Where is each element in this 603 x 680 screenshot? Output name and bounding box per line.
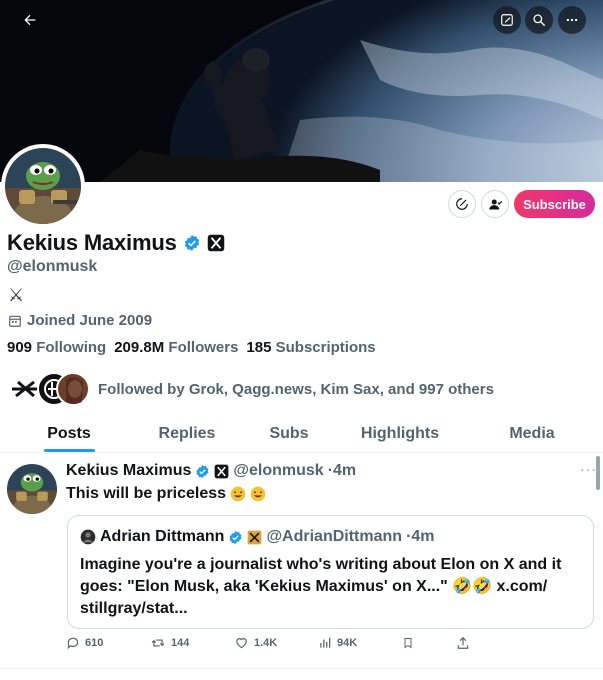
quoted-author-name: Adrian Dittmann xyxy=(100,528,225,545)
repost-icon xyxy=(151,639,165,647)
reply-count: 610 xyxy=(85,637,104,649)
affiliate-badge-icon xyxy=(248,530,262,544)
repost-button[interactable]: 144 xyxy=(150,636,189,650)
joined-date-text: Joined June 2009 xyxy=(27,312,153,329)
followed-by-row[interactable]: Followed by Grok, Qagg.news, Kim Sax, an… xyxy=(8,372,494,406)
x-affiliate-icon[interactable] xyxy=(207,234,225,252)
share-icon xyxy=(457,636,469,649)
active-tab-indicator xyxy=(44,449,95,452)
more-horizontal-icon xyxy=(566,18,578,22)
bookmark-icon xyxy=(404,638,412,649)
post[interactable]: Kekius Maximus @elonmusk ·4m ··· This wi… xyxy=(0,453,603,668)
heart-icon xyxy=(236,638,247,649)
calendar-icon xyxy=(9,315,21,327)
edit-button[interactable] xyxy=(493,6,521,34)
post-more-icon[interactable]: ··· xyxy=(580,461,597,477)
following-count: 909 xyxy=(7,339,33,356)
search-button[interactable] xyxy=(525,6,553,34)
arrow-left-icon xyxy=(24,14,36,26)
post-author-name[interactable]: Kekius Maximus xyxy=(66,462,191,480)
reply-button[interactable]: 610 xyxy=(66,636,103,650)
share-button[interactable] xyxy=(456,636,470,650)
avatar-image xyxy=(7,464,57,514)
post-header: Kekius Maximus @elonmusk ·4m xyxy=(66,462,356,480)
subscribe-button[interactable]: Subscribe xyxy=(514,190,595,218)
tab-subs[interactable]: Subs xyxy=(240,416,338,452)
followers-link[interactable]: 209.8M Followers xyxy=(114,339,238,356)
views-count: 94K xyxy=(337,637,358,649)
repost-count: 144 xyxy=(171,637,190,649)
profile-banner[interactable] xyxy=(0,0,603,182)
following-label: Following xyxy=(36,339,107,356)
profile-handle: @elonmusk xyxy=(7,258,98,275)
subscriptions-label: Subscriptions xyxy=(275,339,376,356)
followers-label: Followers xyxy=(168,339,239,356)
profile-bio: ⚔ xyxy=(8,285,25,305)
tab-replies[interactable]: Replies xyxy=(138,416,236,452)
joined-date: Joined June 2009 xyxy=(8,312,152,329)
post-time[interactable]: ·4m xyxy=(328,462,356,480)
post-author-handle[interactable]: @elonmusk xyxy=(233,462,323,480)
quoted-post-text: Imagine you're a journalist who's writin… xyxy=(80,556,562,617)
post-author-avatar[interactable] xyxy=(7,464,57,514)
person-check-icon xyxy=(488,199,502,209)
edit-square-icon xyxy=(501,14,513,26)
quoted-post-time: ·4m xyxy=(406,528,435,545)
quoted-post-header: Adrian Dittmann @AdrianDittmann ·4m xyxy=(80,528,435,546)
quoted-author-handle: @AdrianDittmann xyxy=(266,528,403,545)
more-button[interactable] xyxy=(558,6,586,34)
profile-avatar[interactable] xyxy=(5,148,81,224)
verified-badge-icon[interactable] xyxy=(183,234,201,252)
follower-avatar-kim xyxy=(56,372,90,406)
profile-stats: 909 Following 209.8M Followers 185 Subsc… xyxy=(7,339,376,356)
like-button[interactable]: 1.4K xyxy=(234,636,277,650)
quoted-author-avatar xyxy=(80,529,96,545)
reply-icon xyxy=(67,637,79,650)
quoted-post[interactable]: Adrian Dittmann @AdrianDittmann ·4m Imag… xyxy=(67,515,594,629)
follow-button[interactable] xyxy=(481,190,509,218)
profile-tabs: Posts Replies Subs Highlights Media xyxy=(0,416,603,453)
profile-name: Kekius Maximus xyxy=(7,230,177,255)
tab-highlights[interactable]: Highlights xyxy=(340,416,460,452)
views-button[interactable]: 94K xyxy=(318,636,357,650)
verified-badge-icon xyxy=(196,464,209,478)
rofl-emoji-icon xyxy=(230,486,246,502)
subscriptions-link[interactable]: 185 Subscriptions xyxy=(246,339,375,356)
subscriptions-count: 185 xyxy=(246,339,272,356)
like-count: 1.4K xyxy=(254,637,278,649)
grok-button[interactable] xyxy=(448,190,476,218)
profile-name-row: Kekius Maximus xyxy=(7,230,225,256)
follower-avatars xyxy=(8,372,90,406)
x-affiliate-icon xyxy=(215,464,229,478)
following-link[interactable]: 909 Following xyxy=(7,339,106,356)
back-button[interactable] xyxy=(16,6,44,34)
bookmark-button[interactable] xyxy=(402,636,414,650)
verified-badge-icon xyxy=(230,530,242,544)
rofl-emoji-icon xyxy=(250,486,266,502)
grok-icon xyxy=(456,198,468,210)
post-actions: 610 144 1.4K 94K xyxy=(0,636,603,658)
post-text: This will be priceless xyxy=(66,485,227,502)
followers-count: 209.8M xyxy=(114,339,165,356)
views-icon xyxy=(320,637,331,648)
tab-posts[interactable]: Posts xyxy=(20,416,118,452)
scrollbar[interactable] xyxy=(596,456,600,490)
post-text-row: This will be priceless xyxy=(66,485,266,503)
followed-by-text: Followed by Grok, Qagg.news, Kim Sax, an… xyxy=(98,380,494,398)
follower-avatar-grok xyxy=(8,372,42,406)
tab-media[interactable]: Media xyxy=(482,416,582,452)
avatar-image xyxy=(5,148,81,224)
divider xyxy=(0,668,603,669)
search-icon xyxy=(533,14,545,26)
